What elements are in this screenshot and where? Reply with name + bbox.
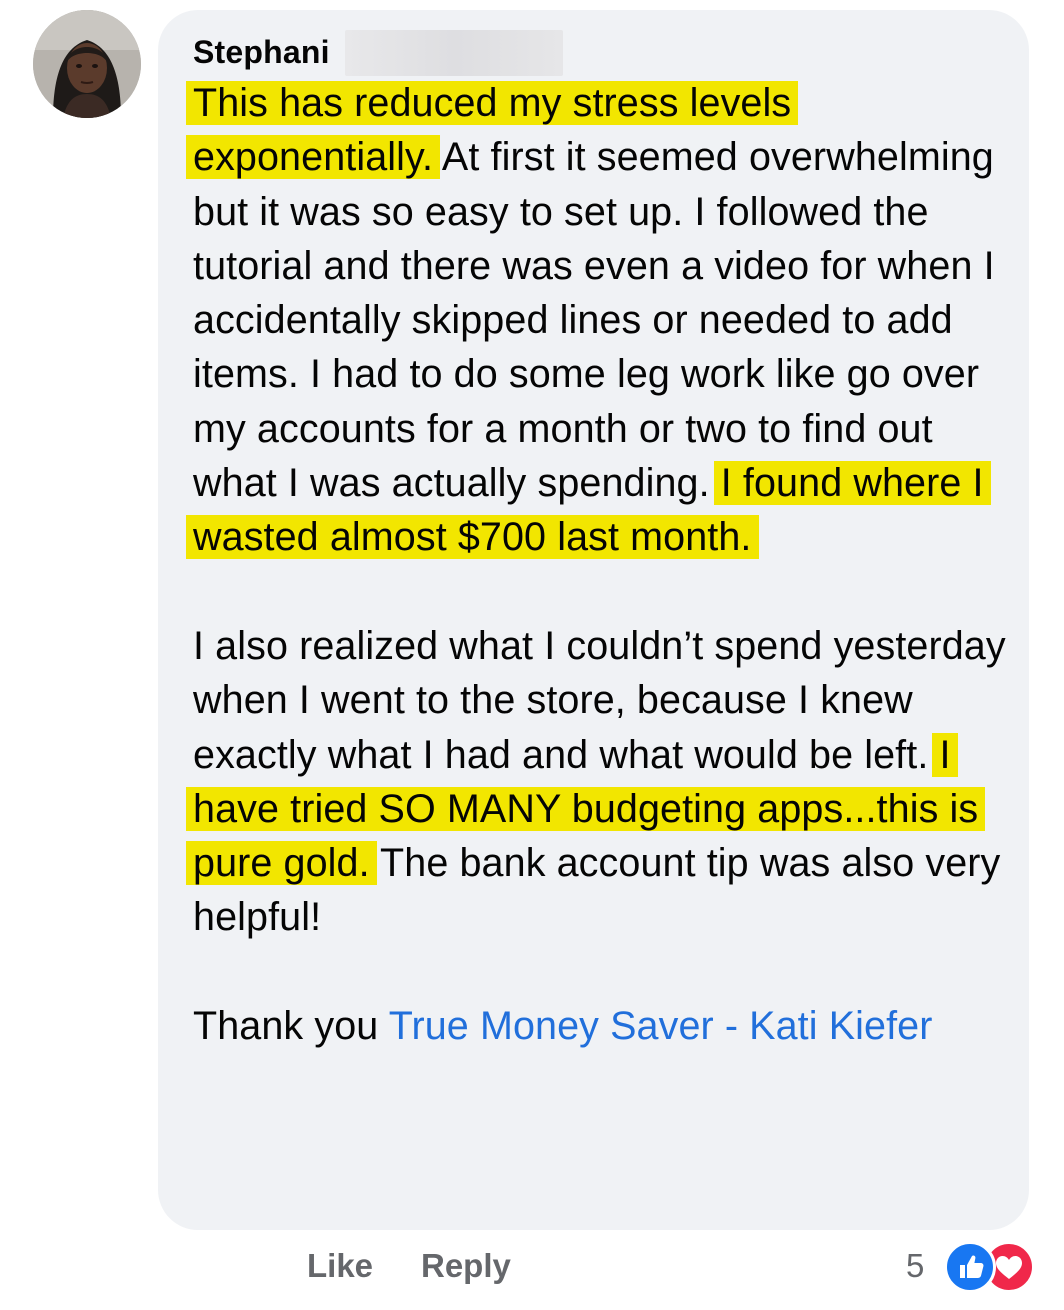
- reply-button[interactable]: Reply: [421, 1244, 511, 1288]
- comment-paragraph: Thank you True Money Saver - Kati Kiefer: [193, 999, 1023, 1053]
- reaction-count[interactable]: 5: [906, 1244, 924, 1288]
- redacted-surname: [345, 30, 563, 76]
- comment-text-segment: I also realized what I couldn’t spend ye…: [193, 623, 1006, 777]
- comment-text-segment: Thank you: [193, 1004, 389, 1049]
- comment-paragraph: I also realized what I couldn’t spend ye…: [186, 619, 1023, 945]
- thumbs-up-icon[interactable]: [944, 1241, 996, 1293]
- comment-author[interactable]: Stephani: [193, 32, 330, 72]
- avatar[interactable]: [33, 10, 141, 118]
- comment-paragraph: This has reduced my stress levels expone…: [186, 76, 1023, 565]
- comment-text: This has reduced my stress levels expone…: [186, 76, 1023, 1053]
- mention-link[interactable]: True Money Saver - Kati Kiefer: [389, 1004, 933, 1048]
- like-button[interactable]: Like: [307, 1244, 373, 1288]
- comment-text-segment: At first it seemed overwhelming but it w…: [193, 135, 995, 506]
- avatar-photo: [33, 10, 141, 118]
